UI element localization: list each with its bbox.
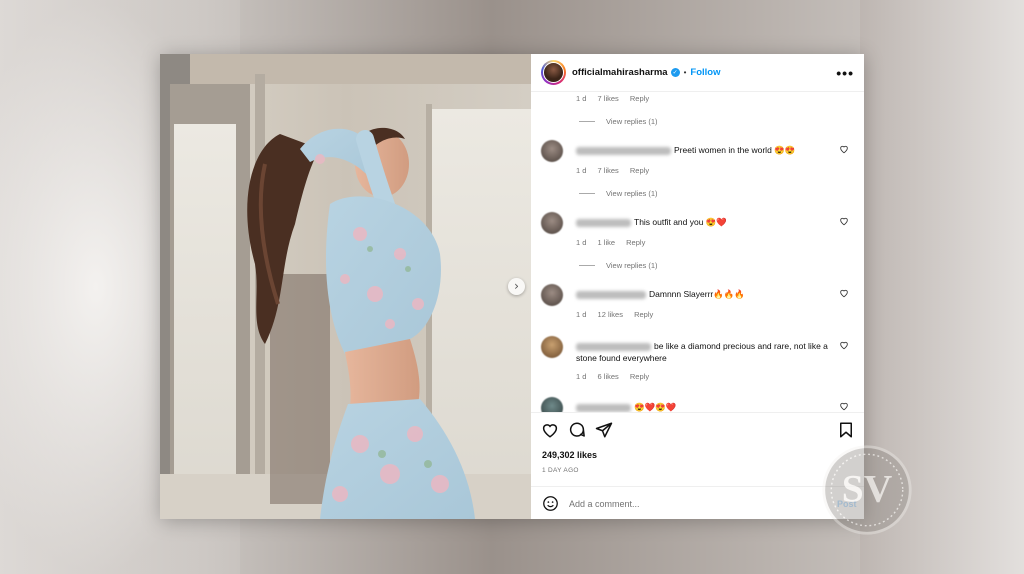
comment-time: 1 d bbox=[576, 372, 587, 381]
blurred-commenter-name bbox=[576, 218, 631, 227]
like-comment-heart-icon[interactable] bbox=[839, 288, 849, 298]
blurred-commenter-name bbox=[576, 146, 671, 155]
reply-button[interactable]: Reply bbox=[630, 94, 649, 103]
comment-time: 1 d bbox=[576, 238, 587, 247]
commenter-avatar[interactable] bbox=[541, 140, 563, 162]
comment-meta: 1 d 7 likes Reply bbox=[576, 94, 658, 103]
comment-meta: 1 d 1 like Reply bbox=[576, 238, 654, 247]
blurred-commenter-name bbox=[576, 403, 631, 412]
post-actions: 249,302 likes 1 DAY AGO Add a comment...… bbox=[531, 412, 864, 519]
emoji-smiley-icon[interactable] bbox=[542, 495, 559, 512]
post-time-ago: 1 DAY AGO bbox=[542, 467, 579, 474]
view-replies-button[interactable]: View replies (1) bbox=[579, 261, 658, 270]
post-header: officialmahirasharma ✓ • Follow ••• bbox=[531, 54, 864, 92]
like-comment-heart-icon[interactable] bbox=[839, 216, 849, 226]
post-photo[interactable]: › bbox=[160, 54, 531, 519]
like-comment-heart-icon[interactable] bbox=[839, 340, 849, 350]
comment-likes[interactable]: 12 likes bbox=[598, 310, 623, 319]
reply-button[interactable]: Reply bbox=[630, 372, 649, 381]
instagram-post: › officialmahirasharma ✓ • Follow ••• 1 … bbox=[160, 54, 864, 519]
photo-illustration bbox=[160, 54, 531, 519]
share-paper-plane-icon[interactable] bbox=[595, 421, 613, 439]
blurred-commenter-name bbox=[576, 342, 651, 351]
comment-meta: 1 d 6 likes Reply bbox=[576, 372, 658, 381]
like-comment-heart-icon[interactable] bbox=[839, 144, 849, 154]
next-photo-button[interactable]: › bbox=[508, 278, 525, 295]
likes-count[interactable]: 249,302 likes bbox=[542, 450, 597, 460]
comment-item: 😍❤️😍❤️ bbox=[541, 397, 851, 412]
reply-button[interactable]: Reply bbox=[634, 310, 653, 319]
save-bookmark-icon[interactable] bbox=[837, 421, 855, 439]
sv-watermark-logo: SV bbox=[822, 445, 912, 535]
comment-text: Damnnn Slayerrr🔥🔥🔥 bbox=[649, 289, 745, 299]
comment-text: 😍❤️😍❤️ bbox=[634, 402, 677, 412]
comment-text: Preeti women in the world 😍😍 bbox=[674, 145, 796, 155]
profile-avatar[interactable] bbox=[541, 60, 566, 85]
like-heart-icon[interactable] bbox=[541, 421, 559, 439]
comment-time: 1 d bbox=[576, 310, 587, 319]
follow-button[interactable]: Follow bbox=[690, 67, 720, 78]
reply-button[interactable]: Reply bbox=[630, 166, 649, 175]
comments-list[interactable]: 1 d 7 likes Reply View replies (1) Preet… bbox=[531, 92, 864, 412]
comment-likes[interactable]: 6 likes bbox=[598, 372, 619, 381]
blurred-commenter-name bbox=[576, 290, 646, 299]
more-options-icon[interactable]: ••• bbox=[836, 65, 854, 81]
add-comment-input[interactable]: Add a comment... bbox=[569, 499, 640, 509]
add-comment-row: Add a comment... Post bbox=[531, 486, 864, 520]
like-comment-heart-icon[interactable] bbox=[839, 401, 849, 411]
commenter-avatar[interactable] bbox=[541, 212, 563, 234]
watermark-text: SV bbox=[842, 466, 893, 510]
comment-item: be like a diamond precious and rare, not… bbox=[541, 336, 851, 376]
reply-button[interactable]: Reply bbox=[626, 238, 645, 247]
commenter-avatar[interactable] bbox=[541, 397, 563, 412]
comment-likes[interactable]: 1 like bbox=[598, 238, 616, 247]
comment-text: This outfit and you 😍❤️ bbox=[634, 217, 727, 227]
view-replies-button[interactable]: View replies (1) bbox=[579, 189, 658, 198]
post-side-panel: officialmahirasharma ✓ • Follow ••• 1 d … bbox=[531, 54, 864, 519]
comment-likes[interactable]: 7 likes bbox=[598, 166, 619, 175]
comment-meta: 1 d 12 likes Reply bbox=[576, 310, 662, 319]
view-replies-button[interactable]: View replies (1) bbox=[579, 117, 658, 126]
comment-time: 1 d bbox=[576, 94, 587, 103]
comment-bubble-icon[interactable] bbox=[568, 421, 586, 439]
comment-meta: 1 d 7 likes Reply bbox=[576, 166, 658, 175]
username-link[interactable]: officialmahirasharma bbox=[572, 67, 668, 78]
commenter-avatar[interactable] bbox=[541, 284, 563, 306]
comment-likes[interactable]: 7 likes bbox=[598, 94, 619, 103]
comment-time: 1 d bbox=[576, 166, 587, 175]
separator-dot: • bbox=[683, 68, 687, 77]
commenter-avatar[interactable] bbox=[541, 336, 563, 358]
verified-badge-icon: ✓ bbox=[670, 68, 680, 77]
